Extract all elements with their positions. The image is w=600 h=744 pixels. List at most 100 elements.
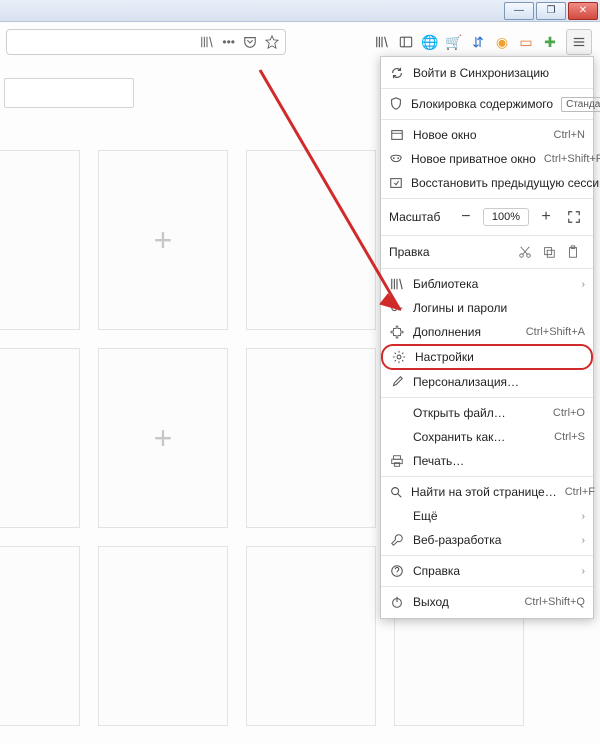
menu-sync[interactable]: Войти в Синхронизацию	[381, 61, 593, 85]
menu-save-as[interactable]: Сохранить как… Ctrl+S	[381, 425, 593, 449]
menu-label: Библиотека	[413, 277, 574, 291]
menu-shortcut: Ctrl+Shift+A	[526, 326, 585, 338]
paste-button[interactable]	[561, 245, 585, 259]
sidebar-toggle-icon[interactable]	[398, 34, 414, 50]
menu-label: Настройки	[415, 350, 583, 364]
wrench-icon	[389, 533, 405, 547]
search-input[interactable]	[4, 78, 134, 108]
plus-icon: +	[154, 420, 173, 457]
bookmark-star-icon[interactable]	[265, 35, 279, 49]
window-minimize-button[interactable]: —	[504, 2, 534, 20]
ext-rect-icon[interactable]: ▭	[518, 34, 534, 50]
window-icon	[389, 128, 405, 142]
menu-find[interactable]: Найти на этой странице… Ctrl+F	[381, 480, 593, 504]
menu-settings[interactable]: Настройки	[381, 344, 593, 370]
zoom-value: 100%	[483, 208, 529, 226]
menu-open-file[interactable]: Открыть файл… Ctrl+O	[381, 401, 593, 425]
top-site-tile[interactable]	[0, 546, 80, 726]
fullscreen-button[interactable]	[563, 206, 585, 228]
toolbar-row: ••• 🌐 🛒 ⇵ ◉ ▭ ✚	[0, 26, 600, 58]
library-toolbar-icon[interactable]	[374, 34, 390, 50]
menu-zoom-row: Масштаб − 100% +	[381, 202, 593, 232]
top-site-tile[interactable]: +	[98, 150, 228, 330]
menu-label: Логины и пароли	[413, 301, 585, 315]
top-site-tile[interactable]	[98, 546, 228, 726]
edit-label: Правка	[389, 245, 513, 259]
page-actions-icon[interactable]: •••	[222, 35, 235, 49]
menu-label: Выход	[413, 595, 516, 609]
chevron-right-icon: ›	[582, 535, 585, 546]
extension-icons: 🌐 🛒 ⇵ ◉ ▭ ✚	[374, 29, 594, 55]
help-icon	[389, 564, 405, 578]
pocket-icon[interactable]	[243, 35, 257, 49]
menu-private-window[interactable]: Новое приватное окно Ctrl+Shift+P	[381, 147, 593, 171]
menu-label: Печать…	[413, 454, 585, 468]
address-bar[interactable]: •••	[6, 29, 286, 55]
ext-plus-icon[interactable]: ✚	[542, 34, 558, 50]
plus-icon: +	[154, 222, 173, 259]
ext-circle-icon[interactable]: ◉	[494, 34, 510, 50]
library-icon[interactable]	[200, 35, 214, 49]
menu-edit-row: Правка	[381, 239, 593, 265]
menu-restore-session[interactable]: Восстановить предыдущую сессию	[381, 171, 593, 195]
menu-label: Войти в Синхронизацию	[413, 66, 585, 80]
restore-icon	[389, 176, 403, 190]
hamburger-icon	[572, 35, 586, 49]
window-close-button[interactable]: ✕	[568, 2, 598, 20]
menu-label: Блокировка содержимого	[411, 97, 553, 111]
cut-button[interactable]	[513, 245, 537, 259]
menu-help[interactable]: Справка ›	[381, 559, 593, 583]
ext-cart-icon[interactable]: 🛒	[446, 34, 462, 50]
top-site-tile[interactable]	[0, 150, 80, 330]
chevron-right-icon: ›	[582, 566, 585, 577]
copy-button[interactable]	[537, 245, 561, 259]
menu-shortcut: Ctrl+Shift+P	[544, 153, 600, 165]
app-menu-button[interactable]	[566, 29, 592, 55]
menu-shortcut: Ctrl+O	[553, 407, 585, 419]
menu-label: Найти на этой странице…	[411, 485, 557, 499]
menu-print[interactable]: Печать…	[381, 449, 593, 473]
brush-icon	[389, 375, 405, 389]
blocking-state-badge: Стандартная	[561, 97, 600, 112]
zoom-out-button[interactable]: −	[455, 206, 477, 228]
ext-globe-icon[interactable]: 🌐	[422, 34, 438, 50]
top-site-tile[interactable]	[246, 150, 376, 330]
menu-shortcut: Ctrl+N	[554, 129, 585, 141]
puzzle-icon	[389, 325, 405, 339]
sync-icon	[389, 66, 405, 80]
menu-addons[interactable]: Дополнения Ctrl+Shift+A	[381, 320, 593, 344]
ext-sync-icon[interactable]: ⇵	[470, 34, 486, 50]
menu-shortcut: Ctrl+S	[554, 431, 585, 443]
menu-label: Справка	[413, 564, 574, 578]
top-site-tile[interactable]	[246, 348, 376, 528]
menu-customize[interactable]: Персонализация…	[381, 370, 593, 394]
search-icon	[389, 485, 403, 499]
top-site-tile[interactable]: +	[98, 348, 228, 528]
menu-label: Открыть файл…	[413, 406, 545, 420]
gear-icon	[391, 350, 407, 364]
power-icon	[389, 595, 405, 609]
menu-more[interactable]: Ещё ›	[381, 504, 593, 528]
zoom-label: Масштаб	[389, 210, 449, 224]
menu-library[interactable]: Библиотека ›	[381, 272, 593, 296]
top-site-tile[interactable]	[246, 546, 376, 726]
app-menu-dropdown: Войти в Синхронизацию Блокировка содержи…	[380, 56, 594, 619]
menu-label: Дополнения	[413, 325, 518, 339]
menu-shortcut: Ctrl+F	[565, 486, 595, 498]
menu-content-blocking[interactable]: Блокировка содержимого Стандартная	[381, 92, 593, 116]
mask-icon	[389, 152, 403, 166]
menu-logins[interactable]: Логины и пароли	[381, 296, 593, 320]
menu-label: Восстановить предыдущую сессию	[411, 176, 600, 190]
window-maximize-button[interactable]: ❐	[536, 2, 566, 20]
chevron-right-icon: ›	[582, 511, 585, 522]
window-titlebar: — ❐ ✕	[0, 0, 600, 22]
search-area	[4, 78, 134, 108]
menu-webdev[interactable]: Веб-разработка ›	[381, 528, 593, 552]
key-icon	[389, 301, 405, 315]
menu-exit[interactable]: Выход Ctrl+Shift+Q	[381, 590, 593, 614]
menu-new-window[interactable]: Новое окно Ctrl+N	[381, 123, 593, 147]
menu-label: Сохранить как…	[413, 430, 546, 444]
zoom-in-button[interactable]: +	[535, 206, 557, 228]
top-site-tile[interactable]	[0, 348, 80, 528]
library-icon	[389, 277, 405, 291]
